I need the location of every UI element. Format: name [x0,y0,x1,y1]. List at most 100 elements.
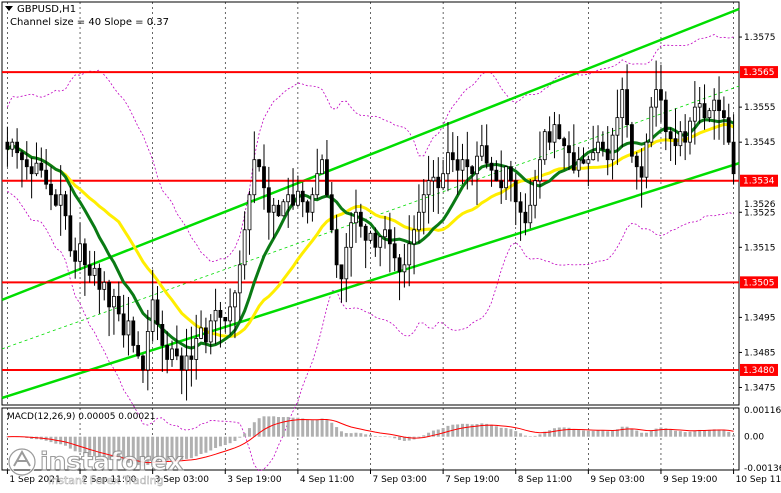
candle-body [295,190,300,206]
candle-body [141,355,145,371]
macd-histogram-bar [649,430,653,437]
price-chart: 1.3565 1.3534 1.3505 1.3480 0.00116 0.00 -0.0… [0,0,781,489]
candle-body [39,162,44,171]
channel-info: Channel size = 40 Slope = 0.37 [10,17,169,28]
macd-histogram-bar [678,431,682,437]
candle-body [494,169,499,182]
price-tick-label: 1.3575 [744,33,776,43]
macd-histogram-bar [528,436,532,437]
price-tick-label: 1.3545 [744,138,776,148]
macd-histogram-bar [194,436,198,457]
macd-histogram-bar [644,432,648,437]
macd-histogram-bar [204,436,208,453]
macd-histogram-bar [252,422,256,437]
macd-histogram-bar [315,419,319,437]
macd-histogram-bar [388,436,392,438]
candle-body [112,295,116,308]
macd-histogram-bar [732,434,736,437]
candle-body [387,229,392,245]
candle-body [49,183,53,196]
macd-histogram-bar [185,436,189,459]
candle-body [92,267,97,276]
candle-body [465,159,470,168]
candle-body [518,201,523,213]
candle-body [567,145,571,154]
candle-body [213,309,218,322]
candle-body [5,141,10,150]
candle-body [489,162,494,171]
macd-histogram-bar [635,430,639,437]
macd-histogram-bar [262,416,266,437]
candle-body [721,110,726,119]
level-label: 1.3480 [743,366,775,376]
macd-histogram-bar [717,429,721,437]
macd-histogram-bar [436,429,440,437]
macd-histogram-bar [630,428,634,437]
candle-body [208,320,213,343]
candle-body [484,145,489,164]
candle-body [320,159,324,175]
level-label: 1.3534 [743,177,775,187]
candle-body [654,89,659,108]
candle-body [82,243,87,266]
candle-body [378,236,383,248]
candle-body [673,138,678,147]
macd-histogram-bar [523,435,527,437]
macd-histogram-bar [669,429,673,437]
candle-body [692,106,697,122]
macd-histogram-bar [354,432,358,437]
macd-histogram-bar [301,418,305,437]
time-tick-label: 3 Sep 19:00 [227,475,282,485]
candle-body [407,243,412,266]
macd-histogram-bar [509,429,513,437]
macd-histogram-bar [552,428,556,437]
candle-body [426,180,431,196]
candle-body [683,131,688,143]
candle-body [596,141,600,154]
macd-histogram-bar [582,430,586,437]
macd-histogram-bar [238,436,242,438]
candle-body [126,320,131,336]
candle-body [325,159,329,196]
level-label: 1.3505 [743,278,775,288]
candle-body [712,99,717,112]
macd-histogram-bar [562,427,566,437]
candle-body [688,120,692,143]
candle-body [199,327,203,339]
candle-body [252,159,257,196]
level-label: 1.3565 [743,68,775,78]
macd-histogram-bar [373,436,377,437]
macd-histogram-bar [577,429,581,437]
candle-body [397,257,402,273]
candle-body [247,194,252,231]
candle-body [102,281,107,290]
candle-body [121,313,126,336]
macd-histogram-bar [620,426,624,437]
candle-body [417,211,421,231]
macd-histogram-bar [693,430,697,437]
price-tick-label: 1.3515 [744,243,776,253]
macd-histogram-bar [606,431,610,437]
candle-body [73,250,78,262]
candle-body [446,152,450,175]
macd-histogram-bar [548,430,552,437]
macd-histogram-bar [189,436,193,459]
macd-histogram-bar [611,430,615,437]
macd-histogram-bar [339,431,343,437]
candle-body [339,264,344,280]
price-tick-label: 1.3485 [744,348,776,358]
candle-body [329,194,334,231]
candle-body [726,117,731,143]
macd-tick-label: 0.00 [744,433,764,443]
macd-histogram-bar [494,426,498,437]
candle-body [581,159,586,164]
macd-histogram-bar [722,430,726,437]
macd-histogram-bar [485,423,489,437]
candle-body [29,166,34,175]
candle-body [455,159,460,171]
candle-body [697,103,702,108]
candle-body [87,264,92,276]
candle-body [63,194,68,217]
watermark-tagline: Instant Forex Trading [48,474,164,487]
candle-body [600,141,605,150]
